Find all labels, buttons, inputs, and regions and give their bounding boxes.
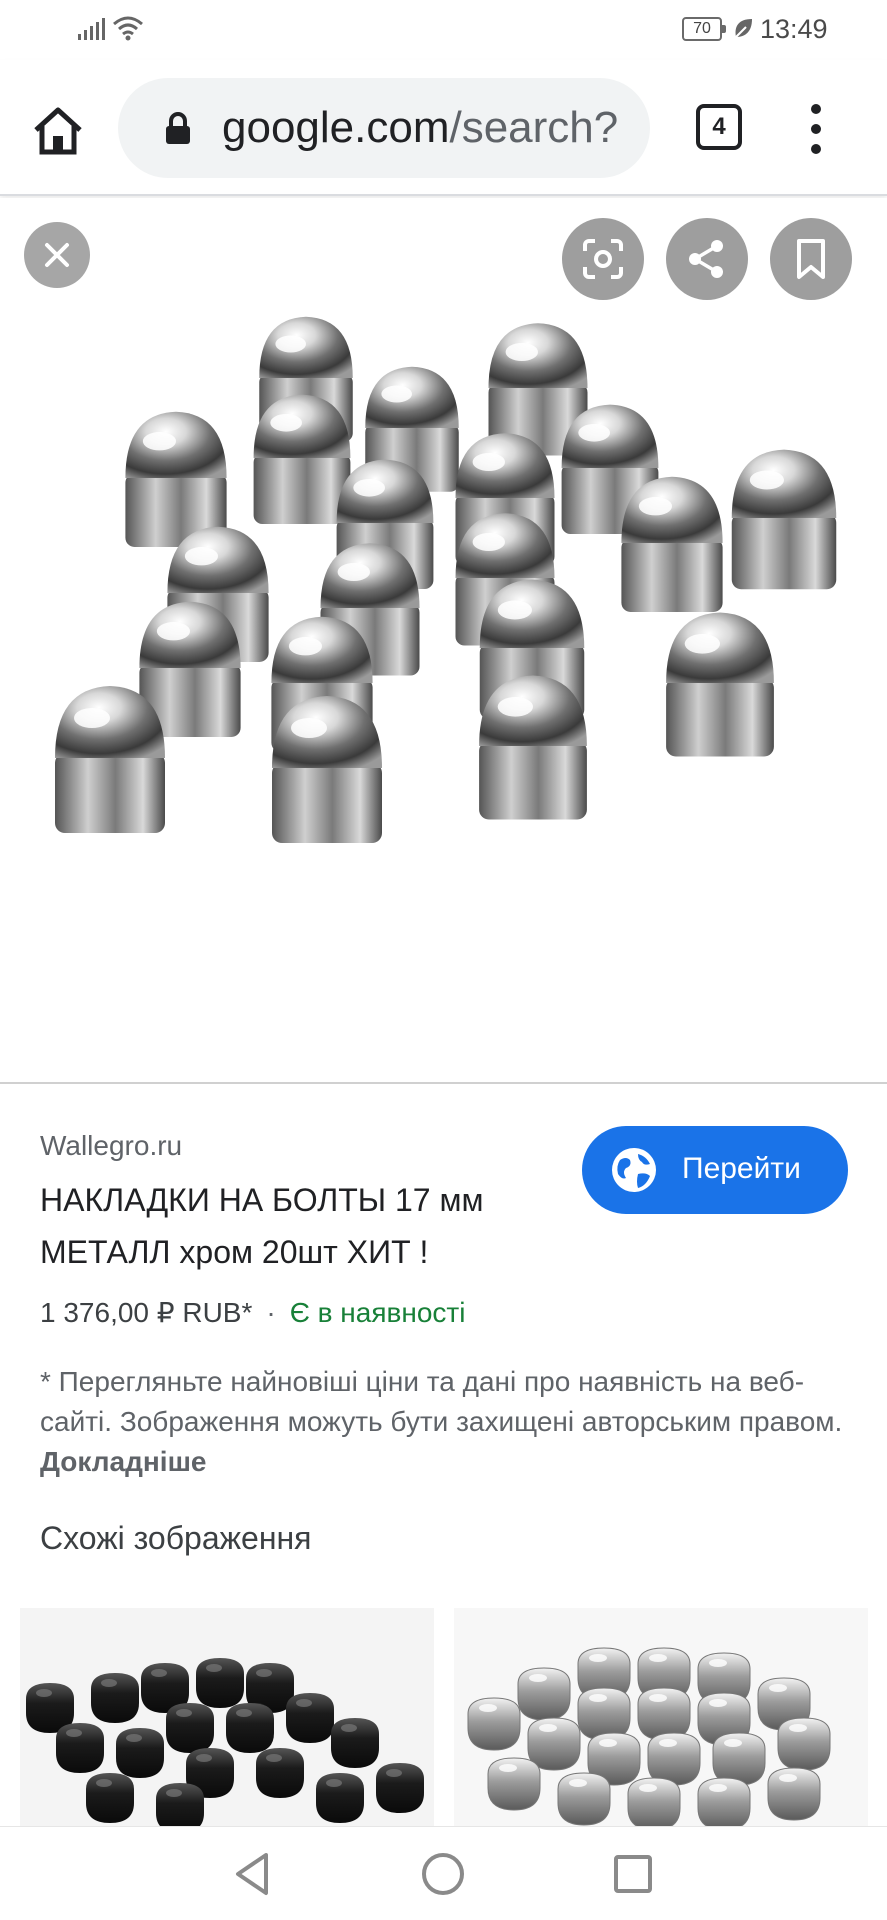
tabs-icon[interactable]: 4: [696, 104, 742, 150]
bookmark-icon: [797, 239, 825, 279]
separator-dot: ·: [266, 1297, 276, 1328]
availability-status: Є в наявності: [289, 1297, 466, 1328]
leaf-icon: [733, 19, 752, 40]
visit-button[interactable]: Перейти: [582, 1126, 848, 1214]
similar-image-thumbnail[interactable]: [454, 1608, 868, 1828]
recent-apps-icon[interactable]: [606, 1847, 660, 1901]
source-site[interactable]: Wallegro.ru: [40, 1130, 182, 1162]
share-icon: [689, 240, 723, 278]
more-link[interactable]: Докладніше: [40, 1446, 206, 1477]
result-title[interactable]: НАКЛАДКИ НА БОЛТЫ 17 мм МЕТАЛЛ хром 20шт…: [40, 1174, 560, 1278]
system-nav-bar: [0, 1826, 887, 1920]
close-icon: [45, 243, 69, 267]
more-vert-icon[interactable]: [800, 102, 834, 158]
lock-icon: [166, 112, 190, 144]
back-icon[interactable]: [226, 1847, 280, 1901]
image-viewer: [0, 198, 887, 1084]
url-host: google.com: [222, 103, 450, 152]
product-image[interactable]: [0, 308, 887, 1068]
url-path: /search?: [449, 103, 619, 152]
visit-button-label: Перейти: [682, 1152, 801, 1185]
url-text[interactable]: google.com/search?: [222, 103, 632, 153]
price: 1 376,00 ₽ RUB*: [40, 1297, 253, 1328]
status-bar: 70 13:49: [0, 0, 887, 60]
wifi-icon: [113, 16, 143, 41]
similar-images-heading: Схожі зображення: [40, 1520, 312, 1556]
nav-home-icon[interactable]: [416, 1847, 470, 1901]
battery-icon: 70: [682, 17, 726, 41]
disclaimer: * Перегляньте найновіші ціни та дані про…: [40, 1362, 850, 1482]
signal-icon: [78, 18, 105, 40]
lens-button[interactable]: [562, 218, 644, 300]
bookmark-button[interactable]: [770, 218, 852, 300]
share-button[interactable]: [666, 218, 748, 300]
price-row: 1 376,00 ₽ RUB* · Є в наявності: [40, 1296, 465, 1329]
disclaimer-text: * Перегляньте найновіші ціни та дані про…: [40, 1366, 843, 1437]
globe-icon: [612, 1148, 656, 1192]
home-icon[interactable]: [30, 102, 86, 158]
browser-toolbar: google.com/search? 4: [0, 60, 887, 196]
similar-image-thumbnail[interactable]: [20, 1608, 434, 1828]
close-button[interactable]: [24, 222, 90, 288]
lens-icon: [583, 239, 623, 279]
status-time: 13:49: [760, 14, 828, 44]
address-bar[interactable]: google.com/search?: [118, 78, 650, 178]
